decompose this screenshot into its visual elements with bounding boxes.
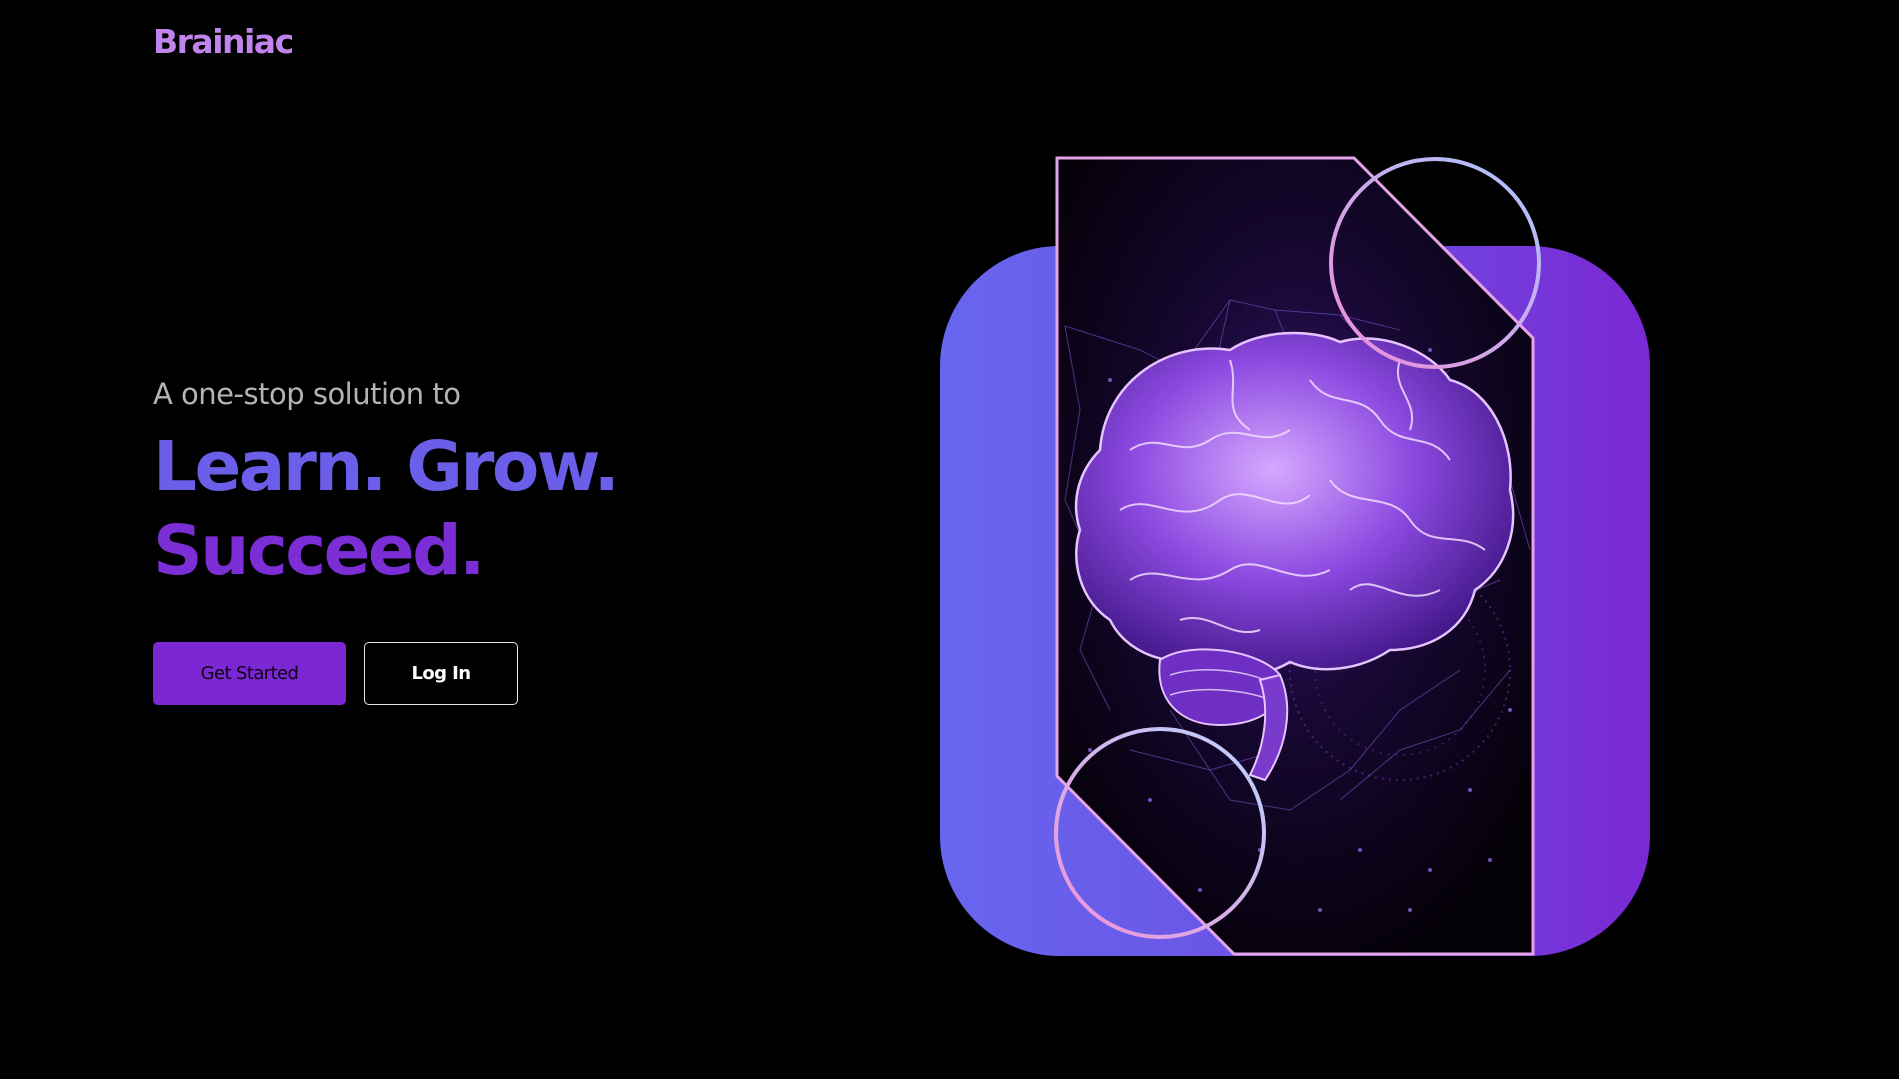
hero-actions: Get Started Log In [153, 642, 518, 705]
landing-page: Brainiac A one-stop solution to Learn. G… [0, 0, 1899, 1079]
login-button[interactable]: Log In [364, 642, 518, 705]
headline-line-1: Learn. Grow. [153, 427, 620, 507]
brand-logo[interactable]: Brainiac [153, 22, 294, 61]
brain-illustration [940, 156, 1650, 956]
get-started-button[interactable]: Get Started [153, 642, 346, 705]
hero-section: A one-stop solution to Learn. Grow. Succ… [153, 372, 620, 593]
headline-line-2: Succeed. [153, 511, 485, 591]
hero-headline: Learn. Grow. Succeed. [153, 425, 620, 593]
hero-kicker: A one-stop solution to [153, 377, 461, 411]
